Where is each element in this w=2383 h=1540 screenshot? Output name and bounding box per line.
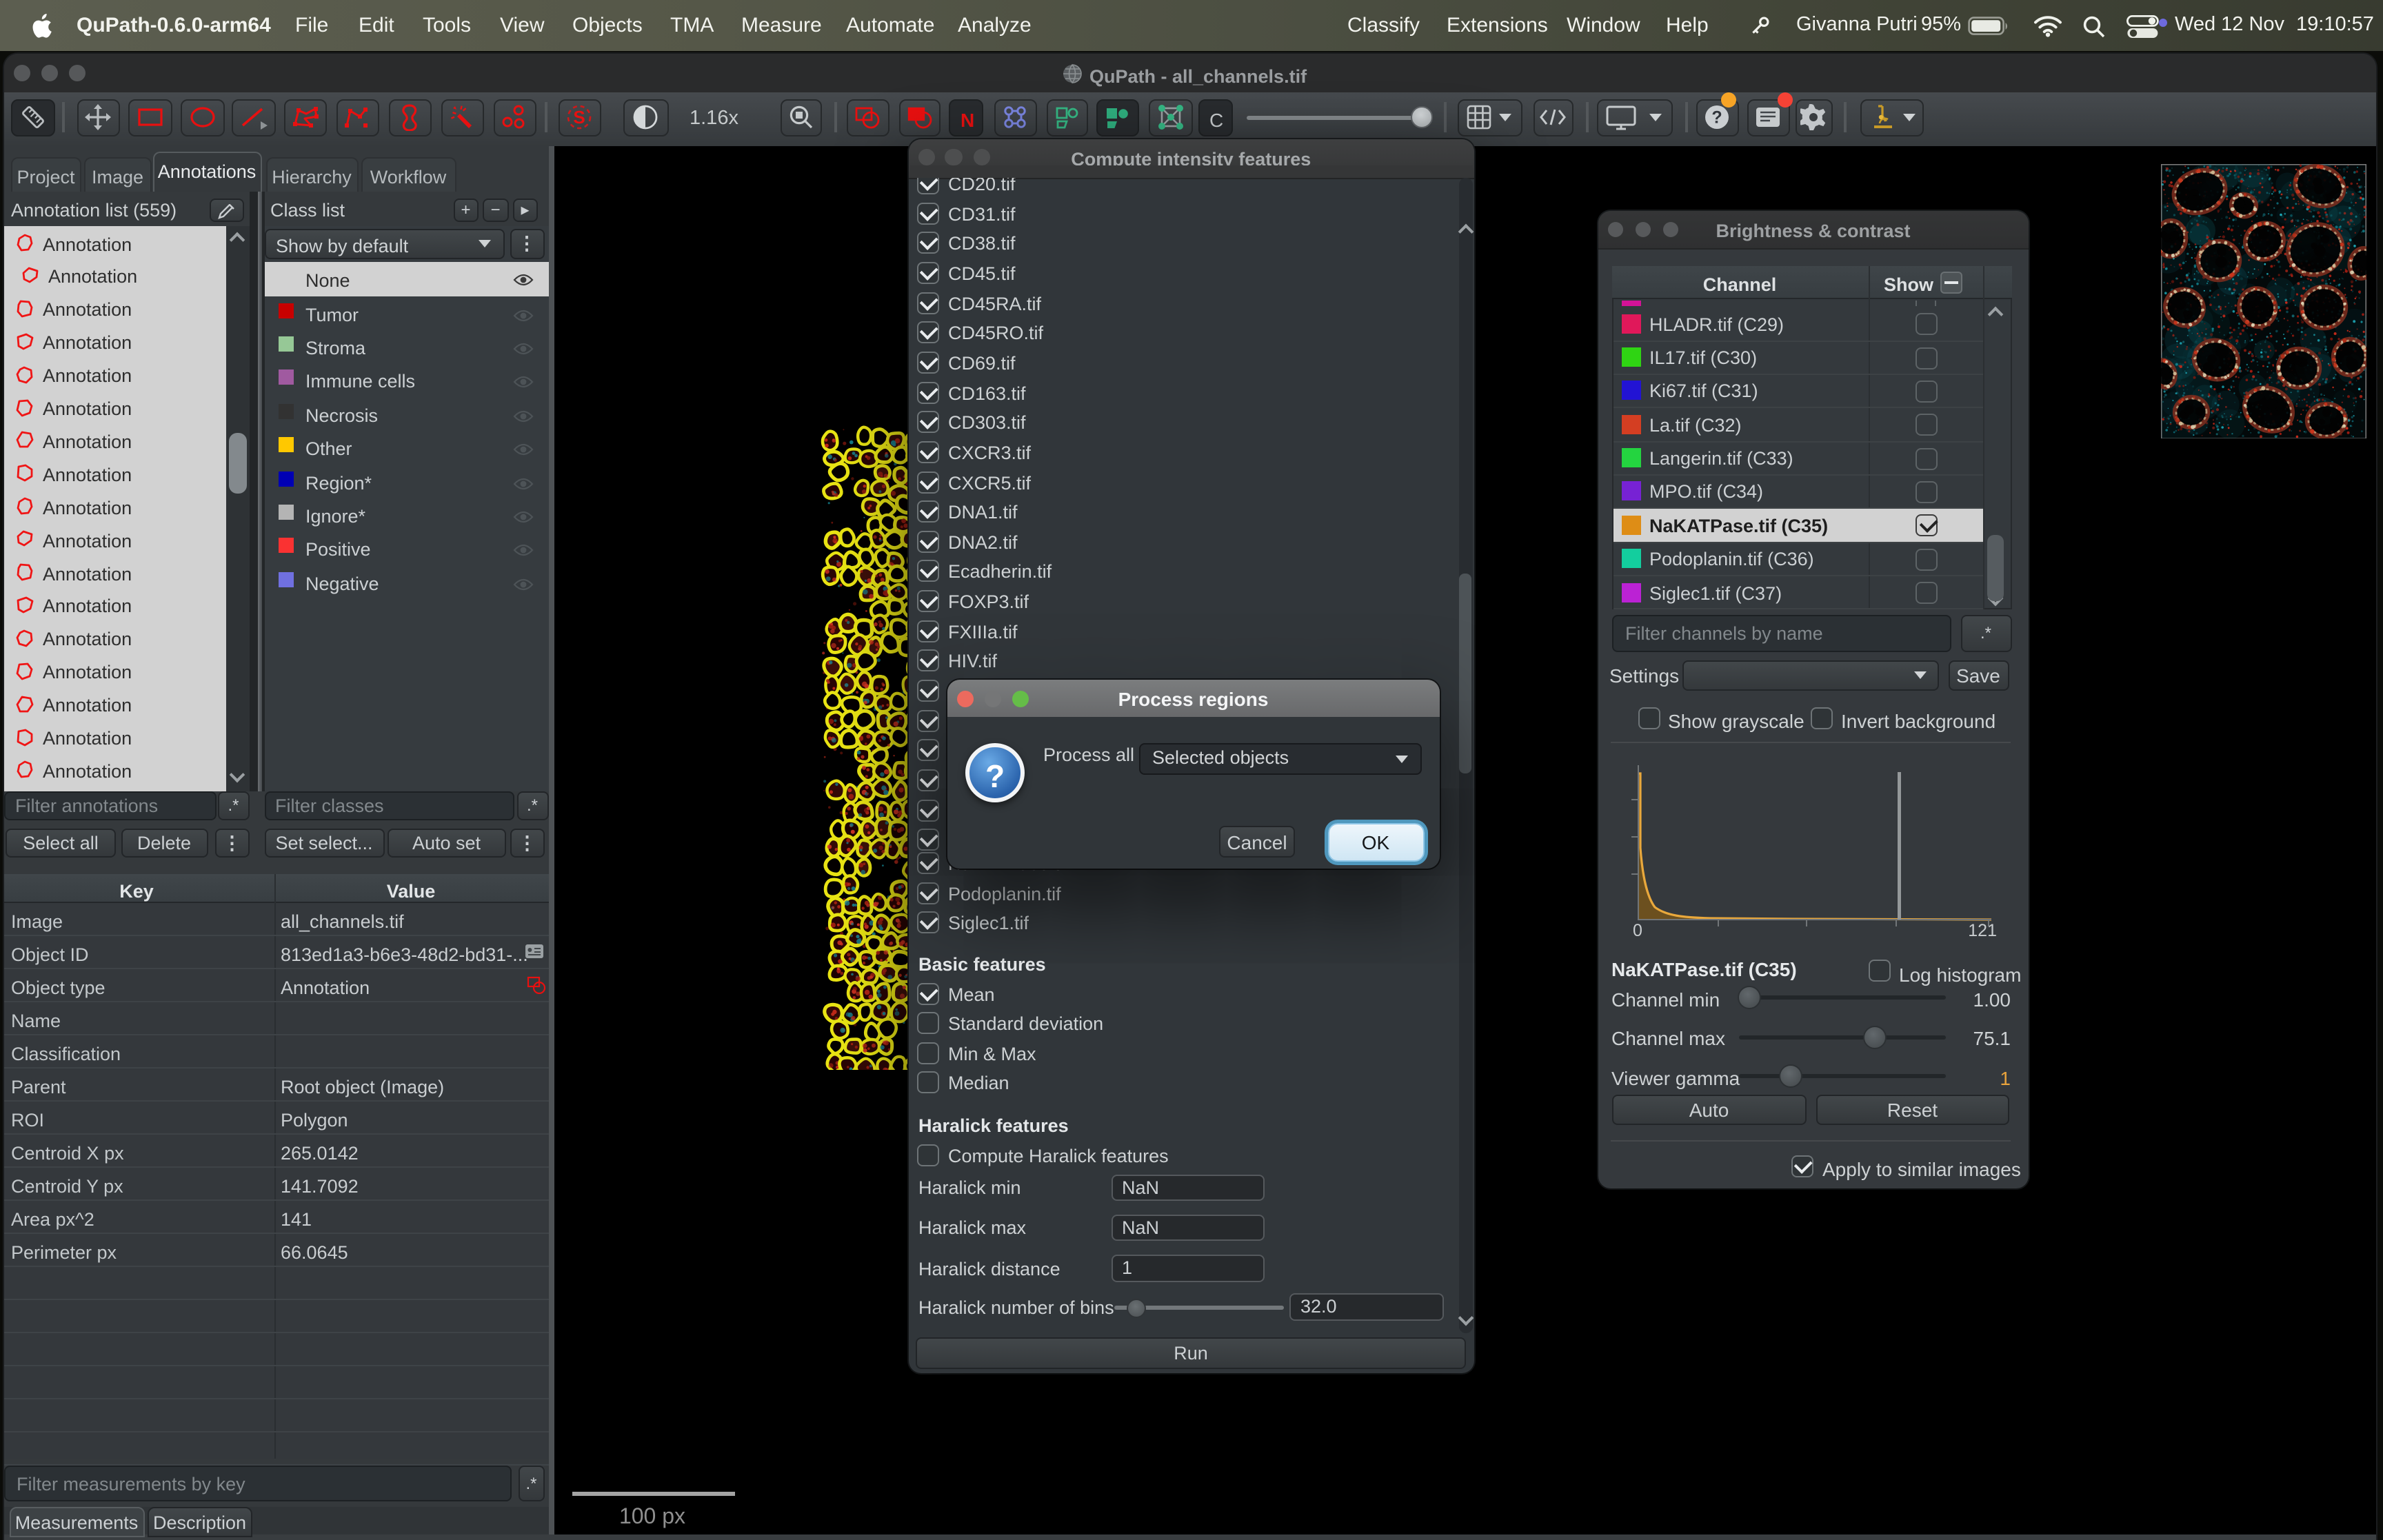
svg-text:?: ?	[1712, 108, 1722, 128]
svg-text:S: S	[573, 108, 585, 128]
svg-text:0: 0	[1633, 921, 1642, 938]
svg-text:121: 121	[1968, 921, 1997, 938]
